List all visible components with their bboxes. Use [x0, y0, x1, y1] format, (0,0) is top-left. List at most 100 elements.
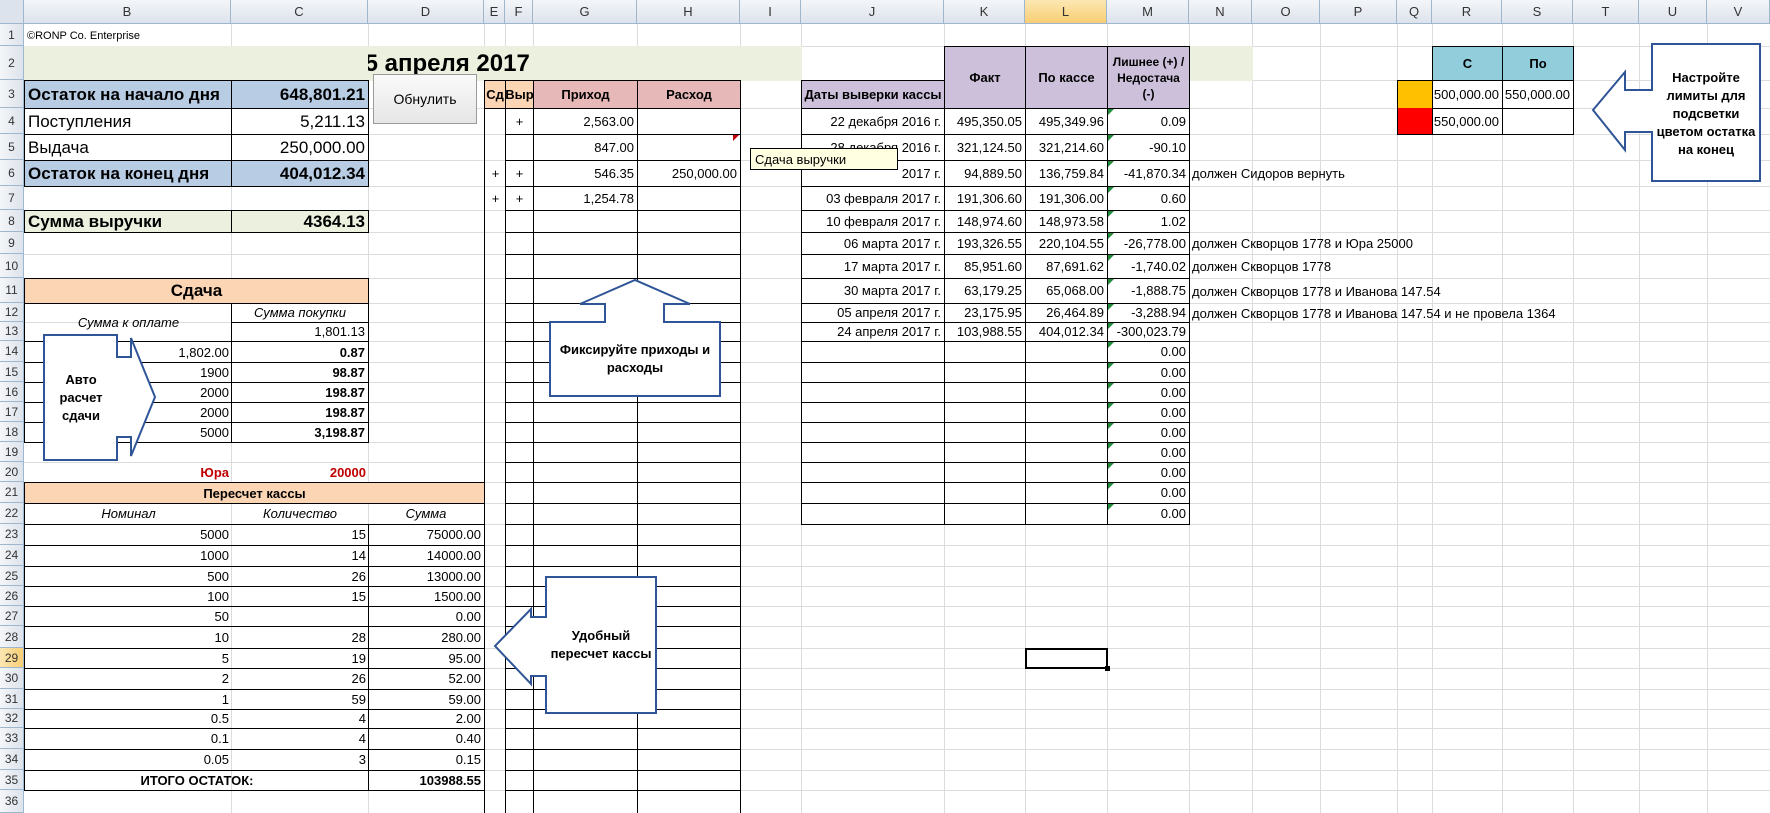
ledger-flag-e[interactable]	[484, 668, 506, 690]
audit-note[interactable]: должен Скворцов 1778 и Юра 25000	[1189, 232, 1574, 255]
row-header-16[interactable]: 16	[0, 382, 24, 402]
row-header-29[interactable]: 29	[0, 648, 24, 668]
count[interactable]: 28	[231, 626, 369, 649]
audit-fact[interactable]: 321,124.50	[944, 134, 1026, 161]
yura-amount[interactable]: 20000	[231, 462, 369, 483]
ledger-header[interactable]: Сд	[484, 80, 506, 109]
column-header-J[interactable]: J	[801, 0, 944, 24]
ledger-flag-e[interactable]	[484, 648, 506, 669]
ledger-flag-f[interactable]	[505, 382, 534, 403]
ledger-income[interactable]: 2,563.00	[533, 108, 638, 135]
ledger-flag-f[interactable]: +	[505, 160, 534, 187]
sum[interactable]: 0.15	[368, 749, 485, 771]
change-amount[interactable]: 198.87	[231, 402, 369, 423]
ledger-flag-f[interactable]	[505, 422, 534, 443]
audit-diff[interactable]: 0.00	[1107, 341, 1190, 363]
recount-header[interactable]: Номинал	[24, 503, 232, 525]
ledger-flag-e[interactable]	[484, 341, 506, 363]
audit-fact[interactable]	[944, 462, 1026, 483]
row-header-28[interactable]: 28	[0, 626, 24, 648]
denomination[interactable]: 10	[24, 626, 232, 649]
audit-date[interactable]: 24 апреля 2017 г.	[801, 322, 945, 342]
row-header-21[interactable]: 21	[0, 482, 24, 503]
row-header-7[interactable]: 7	[0, 186, 24, 210]
audit-header-fact[interactable]: Факт	[944, 46, 1026, 109]
ledger-flag-e[interactable]	[484, 689, 506, 710]
summary-label[interactable]: Выдача	[24, 134, 232, 161]
ledger-flag-f[interactable]	[505, 728, 534, 750]
audit-diff[interactable]: -90.10	[1107, 134, 1190, 161]
count[interactable]: 26	[231, 668, 369, 690]
sum[interactable]: 0.40	[368, 728, 485, 750]
audit-cash[interactable]	[1025, 402, 1108, 423]
ledger-flag-f[interactable]	[505, 648, 534, 669]
ledger-flag-f[interactable]	[505, 134, 534, 161]
audit-cash[interactable]	[1025, 462, 1108, 483]
column-header-E[interactable]: E	[484, 0, 505, 24]
audit-cash[interactable]	[1025, 422, 1108, 443]
ledger-flag-f[interactable]	[505, 402, 534, 423]
ledger-expense[interactable]	[637, 232, 741, 255]
ledger-flag-f[interactable]	[505, 482, 534, 504]
ledger-flag-e[interactable]	[484, 626, 506, 649]
audit-diff[interactable]: -26,778.00	[1107, 232, 1190, 255]
denomination[interactable]: 5	[24, 648, 232, 669]
ledger-flag-e[interactable]: +	[484, 160, 506, 187]
change-col-pay[interactable]: Сумма к оплате	[24, 303, 232, 342]
audit-fact[interactable]	[944, 422, 1026, 443]
ledger-flag-e[interactable]	[484, 422, 506, 443]
sum[interactable]: 1500.00	[368, 586, 485, 607]
ledger-flag-f[interactable]	[505, 709, 534, 729]
ledger-flag-e[interactable]	[484, 482, 506, 504]
audit-cash[interactable]: 65,068.00	[1025, 278, 1108, 304]
count[interactable]: 15	[231, 586, 369, 607]
audit-fact[interactable]: 85,951.60	[944, 254, 1026, 279]
column-header-L[interactable]: L	[1025, 0, 1107, 24]
ledger-flag-f[interactable]	[505, 341, 534, 363]
ledger-flag-e[interactable]	[484, 606, 506, 627]
ledger-expense[interactable]	[637, 254, 741, 279]
ledger-flag-f[interactable]	[505, 586, 534, 607]
ledger-expense[interactable]	[637, 303, 741, 323]
column-header-G[interactable]: G	[533, 0, 637, 24]
ledger-flag-f[interactable]	[505, 254, 534, 279]
sum[interactable]: 0.00	[368, 606, 485, 627]
ledger-income[interactable]	[533, 545, 638, 567]
reset-button[interactable]: Обнулить	[373, 74, 477, 124]
audit-diff[interactable]: 0.00	[1107, 362, 1190, 383]
ledger-flag-e[interactable]	[484, 210, 506, 233]
ledger-header[interactable]: Выр	[505, 80, 534, 109]
count[interactable]: 26	[231, 566, 369, 587]
ledger-flag-f[interactable]	[505, 462, 534, 483]
audit-date[interactable]: 17 марта 2017 г.	[801, 254, 945, 279]
ledger-expense[interactable]	[637, 749, 741, 771]
row-header-1[interactable]: 1	[0, 24, 24, 46]
audit-cash[interactable]: 321,214.60	[1025, 134, 1108, 161]
column-header-P[interactable]: P	[1320, 0, 1397, 24]
ledger-flag-e[interactable]	[484, 770, 506, 791]
audit-header-cash[interactable]: По кассе	[1025, 46, 1108, 109]
denomination[interactable]: 0.1	[24, 728, 232, 750]
audit-cash[interactable]: 404,012.34	[1025, 322, 1108, 342]
ledger-expense[interactable]: 250,000.00	[637, 160, 741, 187]
ledger-flag-f[interactable]	[505, 770, 534, 791]
denomination[interactable]: 0.5	[24, 709, 232, 729]
ledger-income[interactable]: 847.00	[533, 134, 638, 161]
audit-cash[interactable]: 191,306.00	[1025, 186, 1108, 211]
summary-label[interactable]: Остаток на конец дня	[24, 160, 232, 187]
column-header-Q[interactable]: Q	[1397, 0, 1432, 24]
column-header-V[interactable]: V	[1707, 0, 1770, 24]
audit-fact[interactable]: 193,326.55	[944, 232, 1026, 255]
ledger-flag-f[interactable]	[505, 749, 534, 771]
audit-note[interactable]: должен Скворцов 1778	[1189, 254, 1574, 279]
audit-fact[interactable]: 63,179.25	[944, 278, 1026, 304]
summary-value[interactable]: 250,000.00	[231, 134, 369, 161]
ledger-income[interactable]	[533, 482, 638, 504]
count[interactable]: 15	[231, 524, 369, 546]
change-amount[interactable]: 198.87	[231, 382, 369, 403]
audit-cash[interactable]	[1025, 503, 1108, 525]
spreadsheet-grid[interactable]: B C D E F G H I J K L M N O P Q R S T U V 1 2 3 4 5 6 7 8 9 10 11 12 13 14…	[0, 0, 1770, 813]
ledger-flag-f[interactable]	[505, 232, 534, 255]
ledger-flag-f[interactable]	[505, 689, 534, 710]
ledger-expense[interactable]	[637, 462, 741, 483]
